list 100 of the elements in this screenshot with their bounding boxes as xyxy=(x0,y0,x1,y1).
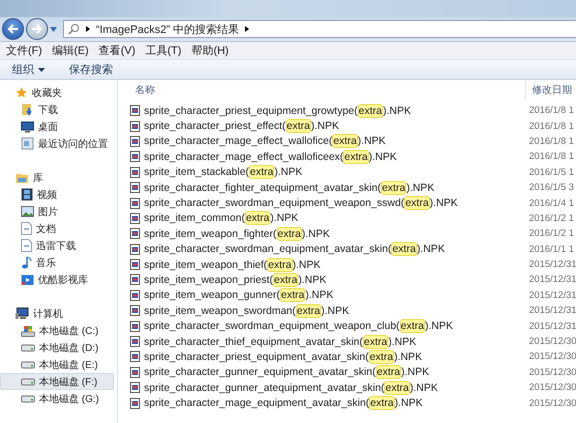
file-icon xyxy=(130,336,140,348)
recent-places-icon xyxy=(21,137,34,150)
forward-arrow-icon xyxy=(31,24,43,34)
menu-item[interactable]: 编辑(E) xyxy=(52,43,89,58)
sidebar-item[interactable]: 本地磁盘 (C:) xyxy=(0,322,114,339)
file-name[interactable]: sprite_character_mage_effect_walloficeex(extra).NPK xyxy=(144,150,397,163)
table-cell-text: 2016/1/4 1 xyxy=(528,198,575,209)
sidebar-item[interactable]: 优酷影视库 xyxy=(0,271,114,288)
table-cell-text: 2015/12/30 xyxy=(528,398,576,409)
file-name[interactable]: sprite_item_weapon_priest(extra).NPK xyxy=(144,274,326,286)
search-icon xyxy=(68,23,80,35)
file-icon xyxy=(130,151,140,162)
sidebar-item[interactable]: 桌面 xyxy=(0,118,114,135)
sidebar-item[interactable]: 收藏夹 xyxy=(0,84,114,101)
system-drive-icon xyxy=(21,324,35,336)
library-folder-icon xyxy=(15,172,29,184)
table-cell-text: 2016/1/8 1 xyxy=(528,136,575,147)
toolbar-button[interactable]: 保存搜索 xyxy=(69,62,113,77)
table-cell-text: 2015/12/31 xyxy=(528,274,576,286)
music-note-icon xyxy=(21,256,32,269)
drive-icon xyxy=(21,394,35,402)
file-icon xyxy=(130,244,140,255)
file-name[interactable]: sprite_item_weapon_gunner(extra).NPK xyxy=(144,289,334,302)
sidebar-item[interactable]: 库 xyxy=(0,169,114,186)
file-icon xyxy=(130,366,140,378)
menu-item[interactable]: 查看(V) xyxy=(98,43,136,58)
back-button[interactable] xyxy=(2,18,24,40)
sidebar-item[interactable]: 本地磁盘 (D:) xyxy=(0,339,114,356)
file-name[interactable]: sprite_character_mage_equipment_avatar_skin(extra).NPK xyxy=(144,397,423,410)
file-name[interactable]: sprite_character_swordman_equipment_weapon_club(extra).NPK xyxy=(144,320,454,332)
document-icon xyxy=(21,239,32,252)
file-icon xyxy=(130,182,140,194)
drive-icon xyxy=(21,360,35,368)
sidebar-item[interactable]: 计算机 xyxy=(0,305,114,322)
file-name[interactable]: sprite_character_thief_equipment_avatar_skin(extra).NPK xyxy=(144,336,416,348)
address-bar[interactable]: “ImagePacks2” 中的搜索结果 xyxy=(63,20,576,38)
file-icon xyxy=(130,105,140,116)
file-icon xyxy=(130,212,140,224)
sidebar-item[interactable]: 本地磁盘 (G:) xyxy=(0,390,114,407)
film-icon xyxy=(21,188,33,201)
sidebar-item[interactable]: 最近访问的位置 xyxy=(0,135,114,152)
sidebar-item[interactable]: 下载 xyxy=(0,101,114,118)
file-icon xyxy=(130,305,140,316)
chevron-icon xyxy=(86,26,90,32)
sidebar-item[interactable]: 音乐 xyxy=(0,254,114,271)
file-name[interactable]: sprite_item_stackable(extra).NPK xyxy=(144,166,302,178)
file-name[interactable]: sprite_item_weapon_fighter(extra).NPK xyxy=(144,228,330,240)
sidebar-item[interactable]: 视频 xyxy=(0,186,114,203)
document-icon xyxy=(21,222,32,235)
back-arrow-icon xyxy=(7,24,19,34)
table-cell-text: 2016/1/5 1 xyxy=(528,166,575,178)
file-icon xyxy=(130,274,140,286)
table-cell-text: 2016/1/5 3 xyxy=(528,182,575,194)
forward-button[interactable] xyxy=(26,18,48,40)
video-library-icon xyxy=(21,274,34,286)
table-cell-text: 2016/1/8 1 xyxy=(528,105,575,116)
drive-icon xyxy=(21,378,35,386)
table-cell-text: 2016/1/2 1 xyxy=(528,212,575,224)
menu-item[interactable]: 文件(F) xyxy=(6,43,42,58)
file-icon xyxy=(130,290,140,301)
file-name[interactable]: sprite_character_priest_equipment_avatar_skin(extra).NPK xyxy=(144,350,422,363)
column-header[interactable]: 修改日期 xyxy=(525,80,576,100)
table-cell-text: 2015/12/31 xyxy=(528,259,576,270)
menu-item[interactable]: 工具(T) xyxy=(145,43,182,58)
table-cell-text: 2015/12/30 xyxy=(528,382,576,394)
caret-icon xyxy=(38,68,45,72)
file-name[interactable]: sprite_character_priest_equipment_growtype(extra).NPK xyxy=(144,104,411,117)
file-name[interactable]: sprite_item_weapon_swordman(extra).NPK xyxy=(144,304,350,317)
address-path: “ImagePacks2” 中的搜索结果 xyxy=(96,22,240,36)
file-icon xyxy=(130,320,140,332)
desktop-icon xyxy=(21,120,34,132)
sidebar-item[interactable]: 图片 xyxy=(0,203,114,220)
file-name[interactable]: sprite_character_mage_effect_wallofice(extra).NPK xyxy=(144,135,386,148)
file-icon xyxy=(130,228,140,240)
file-icon xyxy=(130,136,140,147)
table-cell-text: 2016/1/2 1 xyxy=(528,228,575,240)
file-name[interactable]: sprite_character_priest_effect(extra).NPK xyxy=(144,120,339,132)
picture-icon xyxy=(21,206,34,217)
sidebar-item[interactable]: 本地磁盘 (E:) xyxy=(0,356,114,373)
file-name[interactable]: sprite_item_common(extra).NPK xyxy=(144,212,298,224)
organize-menu-button[interactable]: 组织 xyxy=(12,62,45,77)
table-cell-text: 2015/12/30 xyxy=(528,351,576,362)
file-icon xyxy=(130,198,140,209)
file-name[interactable]: sprite_character_gunner_equipment_avatar_skin(extra).NPK xyxy=(144,366,430,378)
sidebar-item[interactable]: 本地磁盘 (F:) xyxy=(0,373,114,390)
table-cell-text: 2015/12/30 xyxy=(528,366,576,378)
file-name[interactable]: sprite_character_swordman_equipment_weapon_sswd(extra).NPK xyxy=(144,197,458,210)
menu-item[interactable]: 帮助(H) xyxy=(191,43,229,58)
column-header[interactable]: 名称 xyxy=(118,83,525,97)
file-name[interactable]: sprite_character_fighter_atequipment_avatar_skin(extra).NPK xyxy=(144,182,434,194)
caret-icon[interactable] xyxy=(50,26,57,32)
sidebar-item[interactable]: 文档 xyxy=(0,220,114,237)
table-cell-text: 2015/12/31 xyxy=(528,305,576,316)
table-cell-text: 2015/12/31 xyxy=(528,290,576,301)
file-icon xyxy=(130,382,140,394)
file-icon xyxy=(130,398,140,409)
sidebar-item[interactable]: 迅雷下载 xyxy=(0,237,114,254)
star-icon xyxy=(15,86,28,99)
table-cell-text: 2016/1/8 1 xyxy=(528,151,575,162)
table-cell-text: 2015/12/31 xyxy=(528,320,576,332)
